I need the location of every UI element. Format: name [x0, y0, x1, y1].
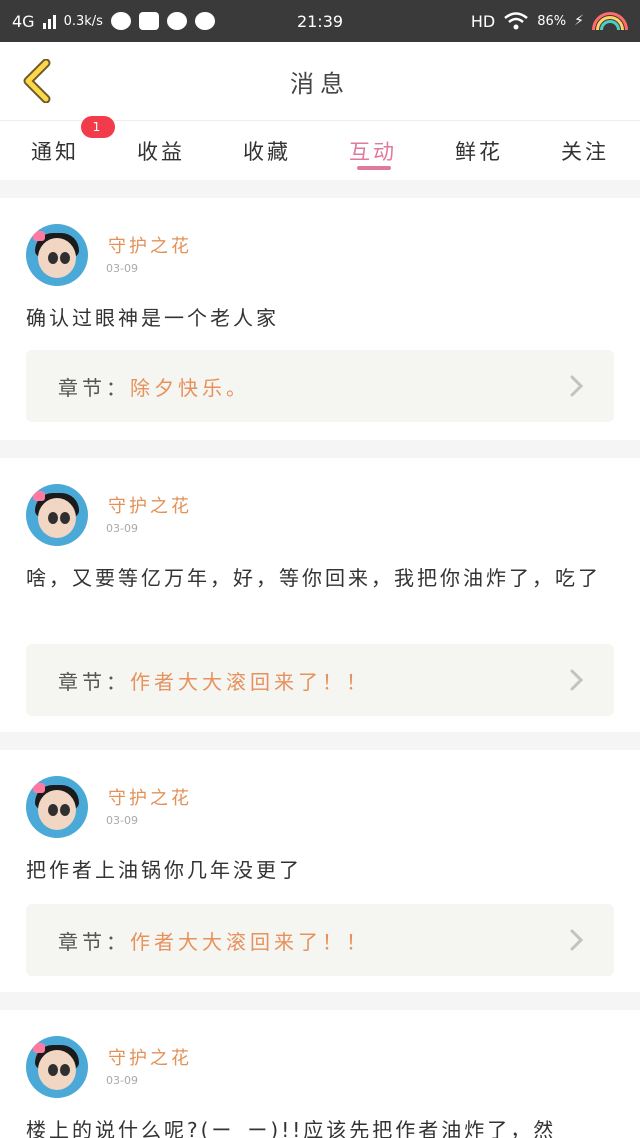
avatar[interactable] — [26, 776, 88, 838]
tab-bar: 通知 1 收益 收藏 互动 鲜花 关注 — [0, 116, 640, 180]
message-card: 守护之花 03-09 确认过眼神是一个老人家 章节： 除夕快乐。 — [0, 198, 640, 440]
message-date: 03-09 — [106, 262, 138, 275]
chapter-link[interactable]: 章节： 作者大大滚回来了！！ — [26, 644, 614, 716]
pinwheel-icon — [110, 12, 131, 30]
chapter-label: 章节： — [58, 375, 130, 400]
message-card: 守护之花 03-09 啥，又要等亿万年，好，等你回来，我把你油炸了，吃了 章节：… — [0, 458, 640, 732]
message-content: 啥，又要等亿万年，好，等你回来，我把你油炸了，吃了 — [26, 566, 601, 590]
network-speed: 0.3k/s — [63, 13, 103, 29]
tab-following[interactable]: 关注 — [550, 121, 620, 180]
chevron-right-icon — [570, 375, 584, 397]
message-date: 03-09 — [106, 814, 138, 827]
fire-icon — [166, 12, 187, 30]
divider — [0, 732, 640, 750]
avatar[interactable] — [26, 224, 88, 286]
header: 消息 — [0, 42, 640, 120]
tab-label: 收藏 — [243, 139, 291, 164]
chevron-right-icon — [570, 669, 584, 691]
chat-icon — [194, 12, 215, 30]
tab-interaction[interactable]: 互动 — [338, 121, 408, 180]
tab-favorites[interactable]: 收藏 — [232, 121, 302, 180]
chevron-left-icon — [23, 59, 51, 103]
chapter-title: 除夕快乐。 — [130, 375, 250, 400]
status-bar: 4G 0.3k/s 21:39 HD 86% ⚡ — [0, 0, 640, 42]
message-card: 守护之花 03-09 楼上的说什么呢?(ー_ー)!!应该先把作者油炸了，然 — [0, 1010, 640, 1138]
message-date: 03-09 — [106, 1074, 138, 1087]
tab-earnings[interactable]: 收益 — [126, 121, 196, 180]
tab-label: 收益 — [137, 139, 185, 164]
tab-flowers[interactable]: 鲜花 — [444, 121, 514, 180]
notification-badge: 1 — [81, 116, 115, 138]
chapter-link[interactable]: 章节： 除夕快乐。 — [26, 350, 614, 422]
message-card: 守护之花 03-09 把作者上油锅你几年没更了 章节： 作者大大滚回来了！！ — [0, 750, 640, 992]
divider — [0, 180, 640, 198]
chapter-link[interactable]: 章节： 作者大大滚回来了！！ — [26, 904, 614, 976]
message-content: 楼上的说什么呢?(ー_ー)!!应该先把作者油炸了，然 — [26, 1118, 557, 1138]
user-name[interactable]: 守护之花 — [108, 784, 192, 810]
avatar[interactable] — [26, 484, 88, 546]
back-button[interactable] — [16, 58, 58, 104]
battery-level: 86% — [537, 13, 567, 29]
user-name[interactable]: 守护之花 — [108, 492, 192, 518]
chapter-title: 作者大大滚回来了！！ — [130, 929, 370, 954]
message-content: 把作者上油锅你几年没更了 — [26, 858, 302, 882]
chapter-title: 作者大大滚回来了！！ — [130, 669, 370, 694]
message-content: 确认过眼神是一个老人家 — [26, 306, 279, 330]
hd-indicator: HD — [470, 11, 496, 31]
gallery-icon — [138, 12, 159, 30]
wifi-icon — [504, 12, 529, 30]
chapter-label: 章节： — [58, 669, 130, 694]
divider — [0, 992, 640, 1010]
tab-label: 鲜花 — [455, 139, 503, 164]
page-title: 消息 — [290, 69, 350, 98]
tab-label: 通知 — [31, 139, 79, 164]
tab-label: 关注 — [561, 139, 609, 164]
chevron-right-icon — [570, 929, 584, 951]
user-name[interactable]: 守护之花 — [108, 232, 192, 258]
user-name[interactable]: 守护之花 — [108, 1044, 192, 1070]
charging-icon: ⚡ — [574, 13, 584, 29]
rainbow-icon — [592, 12, 628, 30]
divider — [0, 440, 640, 458]
tab-notice[interactable]: 通知 1 — [20, 116, 115, 180]
network-type: 4G — [12, 11, 35, 31]
signal-icon — [42, 13, 56, 29]
tab-label: 互动 — [349, 139, 397, 164]
chapter-label: 章节： — [58, 929, 130, 954]
message-date: 03-09 — [106, 522, 138, 535]
avatar[interactable] — [26, 1036, 88, 1098]
